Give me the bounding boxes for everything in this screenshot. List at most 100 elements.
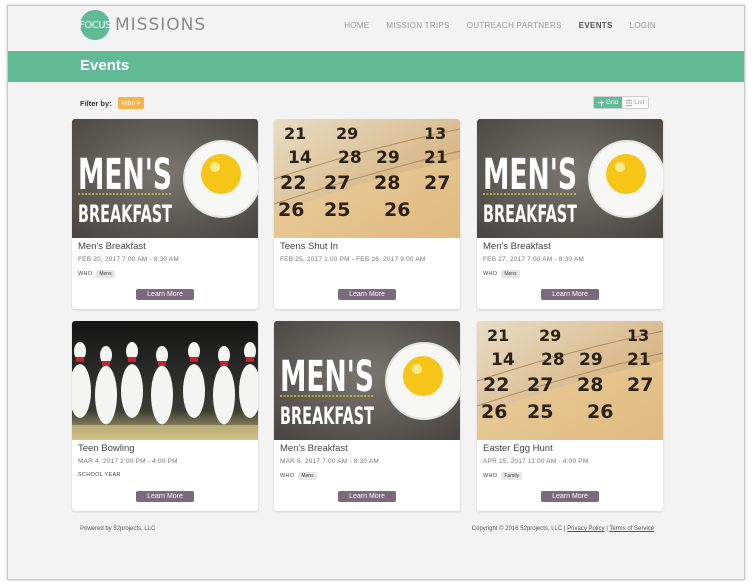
event-date: FEB 25, 2017 1:00 PM - FEB 26, 2017 9:00… — [280, 256, 426, 263]
event-image[interactable]: MEN'S BREAKFAST — [477, 119, 663, 238]
calendar-number: 26 — [384, 199, 410, 221]
calendar-number: 29 — [376, 148, 400, 168]
footer-separator: | — [606, 526, 608, 532]
event-card[interactable]: Teen Bowling MAR 4, 2017 2:00 PM - 4:00 … — [72, 321, 258, 511]
meta-label: SCHOOL YEAR — [78, 472, 121, 478]
mens-line2: BREAKFAST — [78, 200, 172, 228]
learn-more-button[interactable]: Learn More — [338, 289, 396, 300]
footer-legal: Copyright © 2016 52projects, LLC | Priva… — [472, 526, 654, 532]
mens-breakfast-graphic: MEN'S BREAKFAST — [72, 119, 258, 238]
learn-more-button[interactable]: Learn More — [136, 289, 194, 300]
nav-login[interactable]: LOGIN — [630, 21, 656, 30]
meta-label: WHO — [483, 473, 498, 479]
event-card[interactable]: 21 29 13 14 28 29 21 22 27 28 27 26 25 26 Teens Sh… — [274, 119, 460, 309]
calendar-number: 26 — [278, 199, 304, 221]
audience-badge: Mens — [96, 270, 115, 278]
mens-line1: MEN'S — [280, 352, 374, 402]
logo-text: MISSIONS — [115, 15, 207, 35]
meta-label: WHO — [280, 473, 295, 479]
calendar-number: 25 — [324, 199, 350, 221]
event-title[interactable]: Teens Shut In — [280, 241, 338, 252]
calendar-number: 29 — [579, 350, 603, 370]
nav-mission-trips[interactable]: MISSION TRIPS — [386, 21, 449, 30]
calendar-number: 27 — [527, 374, 553, 396]
calendar-number: 28 — [374, 172, 400, 194]
meta-label: WHO — [483, 271, 498, 277]
event-image[interactable]: 21 29 13 14 28 29 21 22 27 28 27 26 25 26 — [274, 119, 460, 238]
mens-line1: MEN'S — [78, 150, 172, 200]
filter-bar: Filter by: Who ▾ — [80, 97, 145, 109]
event-date: MAR 6, 2017 7:00 AM - 8:30 AM — [280, 458, 380, 465]
footer-copyright: Copyright © 2016 52projects, LLC | — [471, 526, 566, 532]
calendar-number: 14 — [491, 350, 515, 370]
event-date: FEB 20, 2017 7:00 AM - 8:30 AM — [78, 256, 180, 263]
event-image[interactable]: MEN'S BREAKFAST — [72, 119, 258, 238]
list-view-button[interactable]: List — [622, 97, 649, 108]
grid-view-button[interactable]: Grid — [594, 97, 623, 108]
event-title[interactable]: Men's Breakfast — [280, 443, 348, 454]
calendar-number: 21 — [424, 148, 448, 168]
calendar-number: 22 — [483, 374, 509, 396]
mens-line2: BREAKFAST — [280, 402, 374, 430]
site-header: FOCUS MISSIONS HOME MISSION TRIPS OUTREA… — [8, 6, 744, 50]
mens-line1: MEN'S — [483, 150, 577, 200]
calendar-number: 13 — [627, 326, 649, 345]
calendar-graphic: 21 29 13 14 28 29 21 22 27 28 27 26 25 26 — [477, 321, 663, 440]
event-meta: WHO Mens — [78, 270, 115, 278]
event-meta: WHO Mens — [280, 472, 317, 480]
event-card[interactable]: 21 29 13 14 28 29 21 22 27 28 27 26 25 26 Easter E… — [477, 321, 663, 511]
event-image[interactable]: MEN'S BREAKFAST — [274, 321, 460, 440]
calendar-number: 25 — [527, 401, 553, 423]
event-date: MAR 4, 2017 2:00 PM - 4:00 PM — [78, 458, 178, 465]
event-image[interactable]: 21 29 13 14 28 29 21 22 27 28 27 26 25 26 — [477, 321, 663, 440]
learn-more-button[interactable]: Learn More — [136, 491, 194, 502]
mens-line2: BREAKFAST — [483, 200, 577, 228]
event-title[interactable]: Men's Breakfast — [483, 241, 551, 252]
event-card[interactable]: MEN'S BREAKFAST Men's Breakfast MAR 6, 2… — [274, 321, 460, 511]
event-card[interactable]: MEN'S BREAKFAST Men's Breakfast FEB 27, … — [477, 119, 663, 309]
event-card[interactable]: MEN'S BREAKFAST Men's Breakfast FEB 20, … — [72, 119, 258, 309]
learn-more-button[interactable]: Learn More — [541, 491, 599, 502]
calendar-number: 26 — [587, 401, 613, 423]
event-meta: SCHOOL YEAR — [78, 472, 121, 478]
list-icon — [626, 99, 633, 106]
calendar-number: 28 — [338, 148, 362, 168]
event-image[interactable] — [72, 321, 258, 440]
event-date: APR 15, 2017 11:00 AM - 4:00 PM — [483, 458, 589, 465]
calendar-number: 21 — [487, 326, 509, 345]
calendar-number: 21 — [284, 124, 306, 143]
calendar-number: 28 — [541, 350, 565, 370]
calendar-number: 14 — [288, 148, 312, 168]
terms-of-service-link[interactable]: Terms of Service — [609, 526, 654, 532]
site-logo[interactable]: FOCUS MISSIONS — [79, 10, 207, 40]
browser-window: FOCUS MISSIONS HOME MISSION TRIPS OUTREA… — [7, 5, 745, 580]
filter-label: Filter by: — [80, 98, 112, 108]
learn-more-button[interactable]: Learn More — [541, 289, 599, 300]
privacy-policy-link[interactable]: Privacy Policy — [567, 526, 604, 532]
mens-breakfast-graphic: MEN'S BREAKFAST — [477, 119, 663, 238]
calendar-number: 27 — [424, 172, 450, 194]
nav-home[interactable]: HOME — [344, 21, 369, 30]
calendar-graphic: 21 29 13 14 28 29 21 22 27 28 27 26 25 26 — [274, 119, 460, 238]
calendar-number: 26 — [481, 401, 507, 423]
calendar-number: 28 — [577, 374, 603, 396]
audience-badge: Family — [501, 472, 523, 480]
logo-mark: FOCUS — [79, 10, 111, 40]
nav-events[interactable]: EVENTS — [579, 21, 613, 30]
caret-down-icon: ▾ — [136, 100, 141, 107]
event-meta: WHO Mens — [483, 270, 520, 278]
calendar-number: 22 — [280, 172, 306, 194]
main-nav: HOME MISSION TRIPS OUTREACH PARTNERS EVE… — [327, 21, 656, 30]
event-date: FEB 27, 2017 7:00 AM - 8:30 AM — [483, 256, 585, 263]
filter-who-dropdown[interactable]: Who ▾ — [117, 97, 145, 109]
event-title[interactable]: Teen Bowling — [78, 443, 135, 454]
calendar-number: 27 — [627, 374, 653, 396]
nav-outreach-partners[interactable]: OUTREACH PARTNERS — [467, 21, 562, 30]
audience-badge: Mens — [501, 270, 520, 278]
calendar-number: 29 — [336, 124, 358, 143]
learn-more-button[interactable]: Learn More — [338, 491, 396, 502]
event-title[interactable]: Easter Egg Hunt — [483, 443, 553, 454]
event-meta: WHO Family — [483, 472, 523, 480]
calendar-number: 29 — [539, 326, 561, 345]
event-title[interactable]: Men's Breakfast — [78, 241, 146, 252]
